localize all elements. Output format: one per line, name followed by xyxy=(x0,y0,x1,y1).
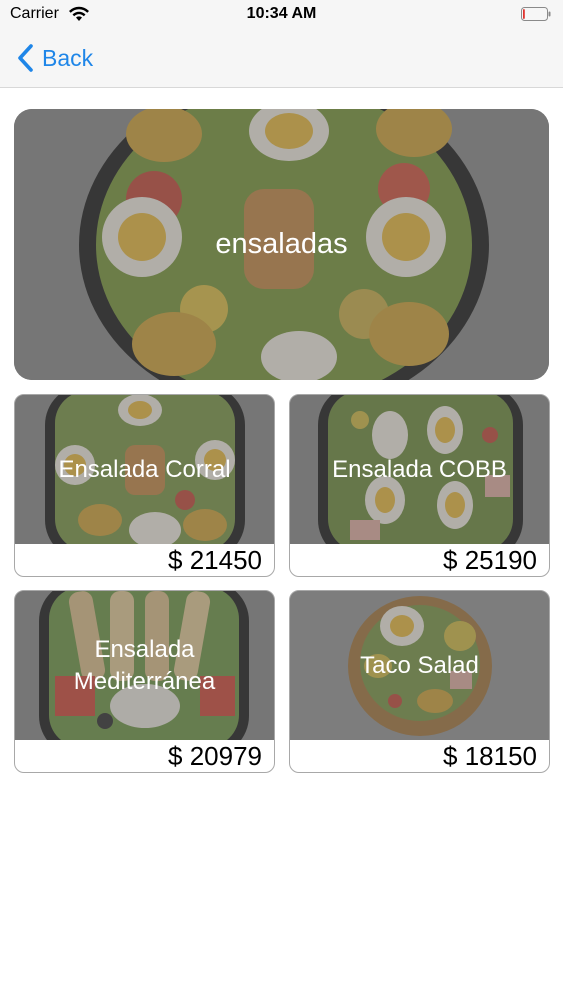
product-price: $ 21450 xyxy=(168,544,262,575)
product-name: Ensalada Corral xyxy=(58,455,231,483)
product-price: $ 25190 xyxy=(443,544,537,575)
category-title: ensaladas xyxy=(215,228,348,260)
product-name: Ensalada Mediterránea xyxy=(73,635,216,695)
navigation-bar: Back xyxy=(0,30,563,88)
status-bar: Carrier 10:34 AM xyxy=(0,0,563,30)
product-card-taco-salad[interactable]: Taco Salad $ 18150 xyxy=(289,590,550,773)
product-name: Taco Salad xyxy=(360,651,479,679)
product-price: $ 20979 xyxy=(168,740,262,771)
clock: 10:34 AM xyxy=(246,5,317,22)
category-banner[interactable]: ensaladas xyxy=(14,109,549,380)
chevron-left-icon xyxy=(18,44,33,72)
product-card-corral[interactable]: Ensalada Corral $ 21450 xyxy=(14,394,275,577)
product-price: $ 18150 xyxy=(443,740,537,771)
back-button[interactable]: Back xyxy=(16,40,93,76)
product-card-cobb[interactable]: Ensalada COBB $ 25190 xyxy=(289,394,550,577)
back-label: Back xyxy=(42,44,94,71)
product-card-mediterranea[interactable]: Ensalada Mediterránea $ 20979 xyxy=(14,590,275,773)
product-name: Ensalada COBB xyxy=(332,455,507,483)
battery-icon xyxy=(521,7,551,21)
